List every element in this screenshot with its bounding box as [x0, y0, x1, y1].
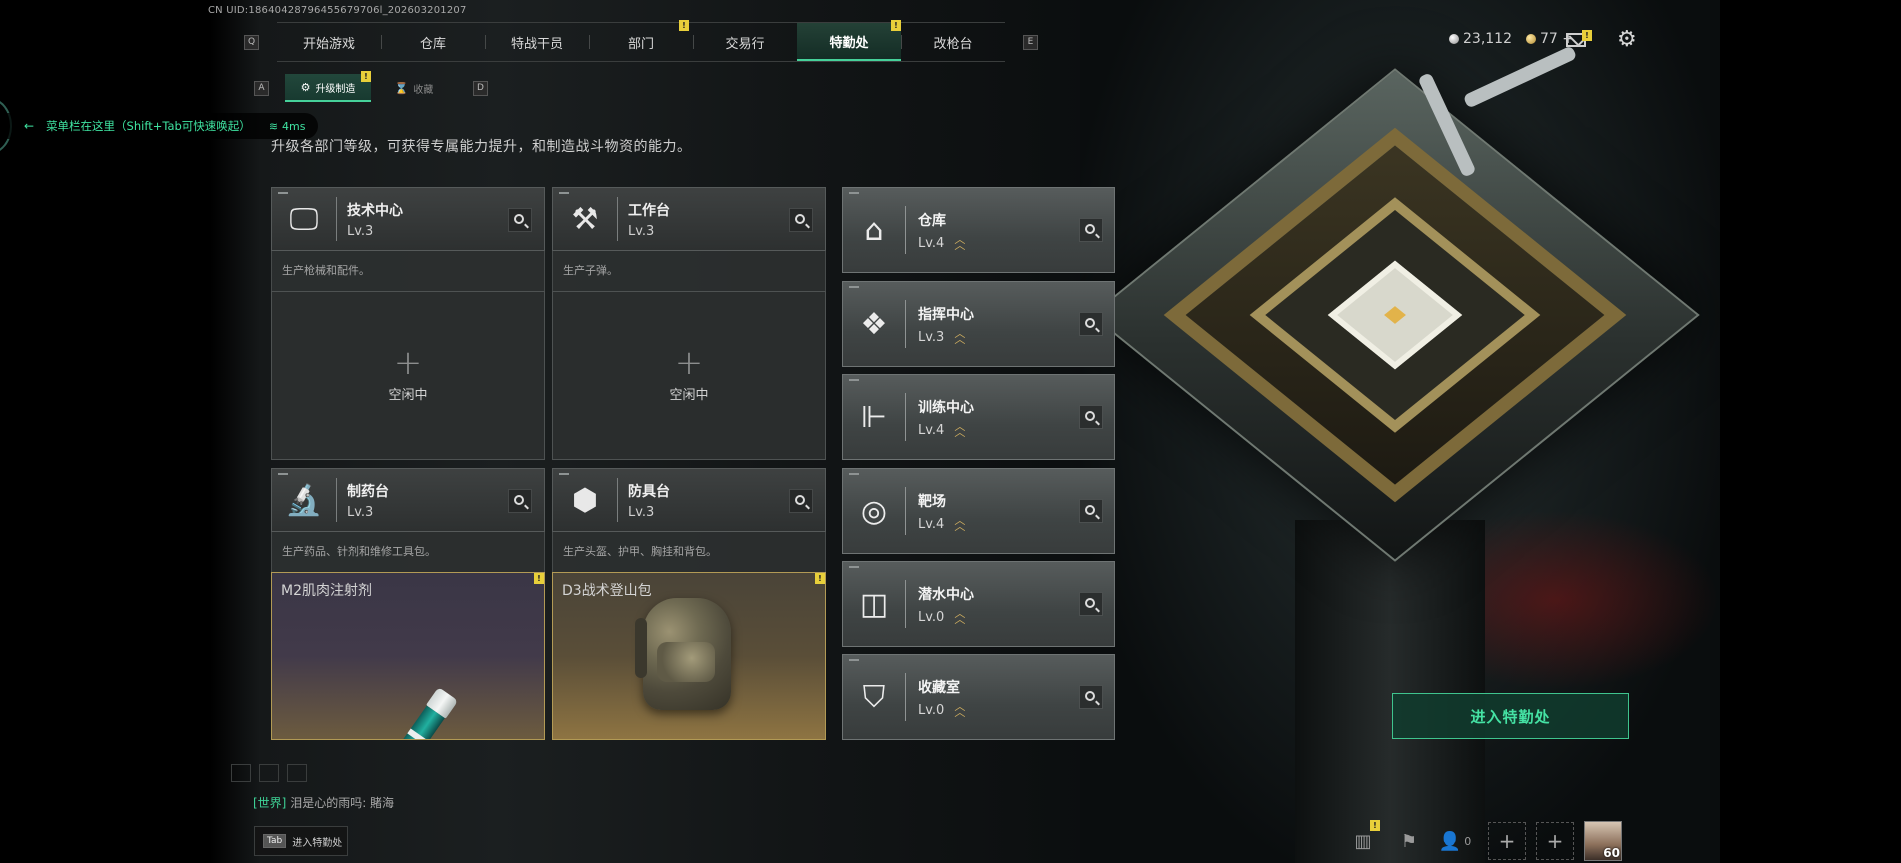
notification-badge: !	[534, 573, 544, 584]
workshop-card-workbench[interactable]: ⚒ 工作台 Lv.3	[552, 187, 826, 251]
silver-currency[interactable]: 23,112	[1449, 31, 1512, 47]
currency-display: 23,112 77 +	[1449, 31, 1574, 47]
backpack-item-image	[635, 598, 731, 710]
command-icon: ❖	[860, 306, 888, 342]
tab-warehouse[interactable]: 仓库	[381, 23, 485, 61]
search-icon[interactable]	[1079, 592, 1103, 616]
tab-shortcut-hint[interactable]: Tab 进入特勤处	[254, 826, 348, 856]
key-hint-q: Q	[244, 34, 259, 50]
workshop-card-tech-center[interactable]: 🖵 技术中心 Lv.3	[271, 187, 545, 251]
decorative-frames	[231, 764, 307, 782]
notification-badge: !	[891, 20, 901, 31]
key-hint-e: E	[1023, 34, 1038, 50]
top-nav: Q 开始游戏 仓库 特战干员 部门! 交易行 特勤处! 改枪台 E	[244, 20, 1038, 62]
search-icon[interactable]	[1079, 405, 1103, 429]
gold-coin-icon	[1526, 34, 1536, 44]
plus-icon: +	[674, 343, 704, 383]
workshop-desc: 生产头盔、护甲、胸挂和背包。	[552, 532, 826, 572]
avatar[interactable]: 60	[1584, 821, 1622, 861]
upgrade-arrow-icon: ︿ ︿	[954, 420, 966, 439]
diving-mask-icon: ◫	[859, 586, 889, 622]
game-screen: CN UID:18640428796455679706l_20260320120…	[0, 0, 1901, 863]
flag-icon[interactable]: ⚑	[1386, 820, 1432, 862]
nav-tabs: 开始游戏 仓库 特战干员 部门! 交易行 特勤处! 改枪台	[277, 20, 1005, 62]
key-hint-a: A	[254, 80, 269, 96]
subtab-collection[interactable]: ⌛ 收藏	[371, 74, 457, 102]
warehouse-icon: ⌂	[864, 212, 884, 248]
workshop-card-pharmacy[interactable]: 🔬 制药台 Lv.3	[271, 468, 545, 532]
uid-label: CN UID:18640428796455679706l_20260320120…	[208, 5, 467, 16]
upgrade-arrow-icon: ︿ ︿	[954, 700, 966, 719]
stats-icon[interactable]: ▥!	[1340, 820, 1386, 862]
facility-shooting-range[interactable]: ◎ 靶场 Lv.4 ︿ ︿	[842, 468, 1115, 554]
facility-collection-room[interactable]: ⛉ 收藏室 Lv.0 ︿ ︿	[842, 654, 1115, 740]
upgrade-arrow-icon: ︿ ︿	[954, 327, 966, 346]
cubes-icon: ⬢	[571, 482, 599, 518]
upgrade-arrow-icon: ︿ ︿	[954, 607, 966, 626]
idle-slot[interactable]: + 空闲中	[552, 291, 826, 460]
notification-badge: !	[679, 20, 689, 31]
idle-slot[interactable]: + 空闲中	[271, 291, 545, 460]
facility-command-center[interactable]: ❖ 指挥中心 Lv.3 ︿ ︿	[842, 281, 1115, 367]
tab-trading[interactable]: 交易行	[693, 23, 797, 61]
search-icon[interactable]	[1079, 312, 1103, 336]
facility-training-center[interactable]: ⊩ 训练中心 Lv.4 ︿ ︿	[842, 374, 1115, 460]
search-icon[interactable]	[1079, 685, 1103, 709]
tab-gunsmith[interactable]: 改枪台	[901, 23, 1005, 61]
notification-badge: !	[815, 573, 825, 584]
monitor-icon: 🖵	[289, 201, 319, 237]
workshop-desc: 生产子弹。	[552, 251, 826, 291]
tab-start-game[interactable]: 开始游戏	[277, 23, 381, 61]
hammer-wrench-icon: ⚒	[571, 201, 599, 237]
tab-department[interactable]: 部门!	[589, 20, 693, 61]
workshop-card-armory[interactable]: ⬢ 防具台 Lv.3	[552, 468, 826, 532]
tab-operators[interactable]: 特战干员	[485, 23, 589, 61]
plus-icon: +	[393, 343, 423, 383]
upgrade-arrow-icon: ︿ ︿	[954, 514, 966, 533]
silver-coin-icon	[1449, 34, 1459, 44]
tab-special-ops[interactable]: 特勤处!	[797, 20, 901, 61]
facility-diving-center[interactable]: ◫ 潜水中心 Lv.0 ︿ ︿	[842, 561, 1115, 647]
search-icon[interactable]	[1079, 218, 1103, 242]
upgrade-arrow-icon: ︿ ︿	[954, 233, 966, 252]
add-party-slot-button[interactable]: +	[1536, 822, 1574, 860]
dumbbell-icon: ⊩	[860, 399, 888, 435]
chat-message[interactable]: [世界] 泪是心的雨吗: 賭海	[253, 794, 394, 811]
search-icon[interactable]	[1079, 499, 1103, 523]
arrow-left-icon: ←	[24, 119, 35, 133]
search-icon[interactable]	[789, 489, 813, 513]
friends-icon[interactable]: 👤 0	[1432, 820, 1478, 862]
bottom-bar: ▥! ⚑ 👤 0 + + 60	[1340, 820, 1622, 862]
crafting-slot-backpack[interactable]: D3战术登山包 !	[552, 572, 826, 740]
add-party-slot-button[interactable]: +	[1488, 822, 1526, 860]
facility-warehouse[interactable]: ⌂ 仓库 Lv.4 ︿ ︿	[842, 187, 1115, 273]
mail-badge: !	[1582, 30, 1592, 41]
subtab-upgrade-craft[interactable]: ⚙ 升级制造 !	[285, 71, 371, 102]
notification-badge: !	[361, 71, 371, 82]
notification-badge: !	[1370, 820, 1380, 831]
wifi-icon: ≋	[268, 119, 279, 133]
page-description: 升级各部门等级，可获得专属能力提升，和制造战斗物资的能力。	[271, 139, 692, 155]
syringe-item-image	[370, 686, 459, 739]
gear-icon[interactable]: ⚙	[1617, 29, 1637, 51]
crafting-slot-syringe[interactable]: M2肌肉注射剂 !	[271, 572, 545, 740]
trophy-case-icon: ⛉	[862, 679, 886, 715]
craft-icon: ⚙	[300, 80, 311, 94]
sub-nav: A ⚙ 升级制造 ! ⌛ 收藏 D	[254, 71, 488, 102]
workshop-desc: 生产药品、针剂和维修工具包。	[271, 532, 545, 572]
hourglass-icon: ⌛	[394, 81, 409, 95]
microscope-icon: 🔬	[285, 482, 323, 518]
ping-indicator: ≋ 4ms	[268, 119, 306, 133]
key-hint-d: D	[473, 80, 488, 96]
target-icon: ◎	[860, 493, 888, 529]
enter-special-ops-button[interactable]: 进入特勤处	[1392, 693, 1629, 739]
search-icon[interactable]	[789, 208, 813, 232]
search-icon[interactable]	[508, 489, 532, 513]
workshop-desc: 生产枪械和配件。	[271, 251, 545, 291]
search-icon[interactable]	[508, 208, 532, 232]
